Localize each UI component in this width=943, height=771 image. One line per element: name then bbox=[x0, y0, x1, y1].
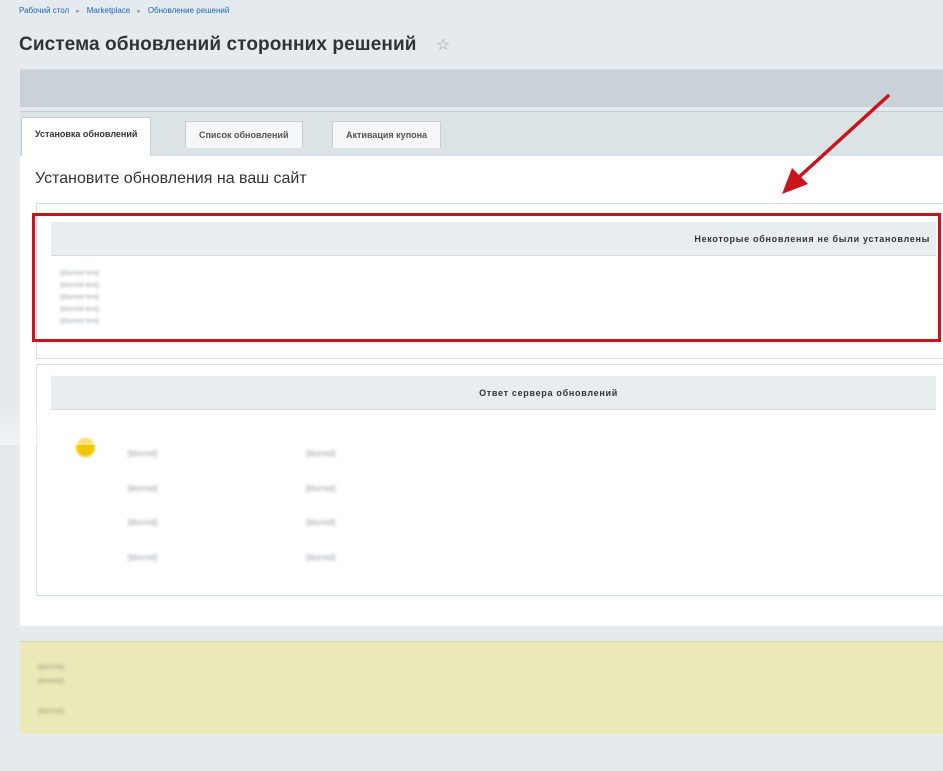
chevron-right-icon: ▸ bbox=[76, 8, 80, 15]
server-response-heading: Ответ сервера обновлений bbox=[51, 376, 936, 410]
star-outline-icon[interactable]: ☆ bbox=[436, 35, 450, 55]
chevron-right-icon: ▸ bbox=[137, 8, 141, 15]
info-value: [blurred] bbox=[306, 449, 336, 458]
section-subtitle: Установите обновления на ваш сайт bbox=[35, 170, 307, 187]
notice-box: [blurred] [blurred] [blurred] bbox=[20, 641, 943, 734]
info-value: [blurred] bbox=[306, 553, 336, 562]
info-label: [blurred] bbox=[128, 518, 158, 527]
breadcrumb-item-marketplace[interactable]: Marketplace bbox=[87, 6, 131, 15]
tab-updates-list[interactable]: Список обновлений bbox=[185, 121, 303, 148]
info-label: [blurred] bbox=[128, 553, 158, 562]
status-dot-icon bbox=[76, 438, 95, 457]
arrow-annotation-icon bbox=[782, 94, 890, 194]
info-label: [blurred] bbox=[128, 484, 158, 493]
info-value: [blurred] bbox=[306, 518, 336, 527]
info-value: [blurred] bbox=[306, 484, 336, 493]
highlight-frame bbox=[32, 213, 941, 342]
breadcrumb-item-desktop[interactable]: Рабочий стол bbox=[19, 6, 69, 15]
info-label: [blurred] bbox=[128, 449, 158, 458]
notice-text: [blurred] bbox=[38, 708, 64, 715]
tab-coupon-activation[interactable]: Активация купона bbox=[332, 121, 442, 148]
notice-text: [blurred] bbox=[38, 664, 64, 671]
breadcrumb: Рабочий стол ▸ Marketplace ▸ Обновление реше… bbox=[19, 6, 229, 15]
notice-text: [blurred] bbox=[38, 678, 64, 685]
page-title: Система обновлений сторонних решений bbox=[19, 34, 417, 55]
tab-install-updates[interactable]: Установка обновлений bbox=[21, 117, 152, 156]
breadcrumb-item-updates[interactable]: Обновление решений bbox=[148, 6, 230, 15]
